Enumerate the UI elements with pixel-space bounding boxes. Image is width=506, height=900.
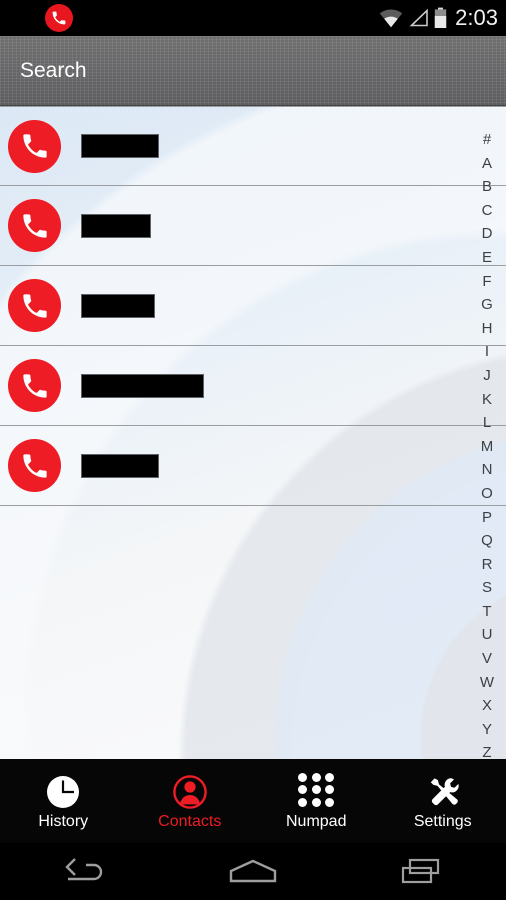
contact-avatar-phone-icon [8, 119, 61, 173]
bottom-tab-bar: History Contacts Numpad Settings [0, 759, 506, 843]
alpha-index-letter[interactable]: Q [468, 529, 506, 553]
alpha-index-letter[interactable]: S [468, 576, 506, 600]
search-input-placeholder: Search [20, 59, 87, 82]
home-icon[interactable] [208, 850, 298, 894]
alpha-index-letter[interactable]: R [468, 553, 506, 577]
contact-name-redacted [81, 373, 204, 398]
alpha-index-letter[interactable]: O [468, 482, 506, 506]
alpha-index-letter[interactable]: Z [468, 741, 506, 759]
alpha-index-letter[interactable]: Y [468, 718, 506, 742]
contact-row[interactable] [0, 346, 506, 426]
tab-history-label: History [38, 813, 89, 830]
alpha-index-letter[interactable]: H [468, 317, 506, 341]
person-icon [171, 773, 209, 811]
alpha-index-letter[interactable]: G [468, 293, 506, 317]
phone-screen: 2:03 Search Agrawal #ABCDEFGHIJKLMNOPQRS… [0, 0, 506, 900]
alpha-index-letter[interactable]: J [468, 364, 506, 388]
cellular-signal-icon [409, 8, 428, 27]
battery-icon [434, 7, 447, 28]
contact-row[interactable]: Agrawal [0, 106, 506, 186]
alpha-index-letter[interactable]: L [468, 411, 506, 435]
alpha-index-letter[interactable]: P [468, 506, 506, 530]
alpha-index-letter[interactable]: C [468, 199, 506, 223]
alpha-index-letter[interactable]: I [468, 340, 506, 364]
contacts-list-area: Agrawal #ABCDEFGHIJKLMNOPQRSTUVWXYZ [0, 106, 506, 759]
contact-name-redacted [81, 213, 151, 238]
alpha-index-letter[interactable]: V [468, 647, 506, 671]
clock-icon [44, 773, 82, 811]
tab-settings[interactable]: Settings [380, 759, 506, 843]
contact-name-redacted [81, 453, 159, 478]
wifi-icon [379, 9, 403, 28]
tab-settings-label: Settings [413, 813, 472, 830]
alpha-index-letter[interactable]: E [468, 246, 506, 270]
tab-history[interactable]: History [0, 759, 127, 843]
alpha-index-letter[interactable]: N [468, 458, 506, 482]
alpha-index-letter[interactable]: F [468, 270, 506, 294]
contact-name-redacted: Agrawal [81, 134, 159, 158]
back-icon[interactable] [39, 850, 129, 894]
contact-avatar-phone-icon [8, 279, 61, 332]
alpha-index-letter[interactable]: T [468, 600, 506, 624]
search-bar[interactable]: Search [0, 36, 506, 106]
alpha-index-letter[interactable]: U [468, 623, 506, 647]
tab-numpad-label: Numpad [286, 813, 347, 830]
alphabet-index-scrubber[interactable]: # A B C D E F G H I J K L M N O P Q R S T U V W X Y Z [468, 106, 506, 759]
contact-name-redacted [81, 293, 155, 318]
tab-contacts[interactable]: Contacts [127, 759, 254, 843]
contact-avatar-phone-icon [8, 199, 61, 252]
alpha-index-letter[interactable]: X [468, 694, 506, 718]
status-clock: 2:03 [455, 5, 498, 30]
contact-row[interactable] [0, 426, 506, 506]
status-bar: 2:03 [0, 0, 506, 36]
tools-icon [424, 773, 462, 811]
tab-numpad[interactable]: Numpad [253, 759, 380, 843]
contacts-list: Agrawal [0, 106, 506, 506]
android-navigation-bar [0, 843, 506, 900]
tab-contacts-label: Contacts [158, 813, 222, 830]
contact-avatar-phone-icon [8, 359, 61, 412]
contact-avatar-phone-icon [8, 439, 61, 492]
alpha-index-letter[interactable]: K [468, 388, 506, 412]
alpha-index-letter[interactable]: W [468, 671, 506, 695]
recents-icon[interactable] [377, 850, 467, 894]
alpha-index-letter[interactable]: # [468, 128, 506, 152]
status-indicators: 2:03 [379, 0, 498, 36]
alpha-index-letter[interactable]: B [468, 175, 506, 199]
numpad-icon [297, 773, 335, 811]
alpha-index-letter[interactable]: D [468, 222, 506, 246]
alpha-index-letter[interactable]: M [468, 435, 506, 459]
phone-app-status-icon [45, 4, 73, 32]
alpha-index-letter[interactable]: A [468, 152, 506, 176]
contact-row[interactable] [0, 266, 506, 346]
contact-row[interactable] [0, 186, 506, 266]
